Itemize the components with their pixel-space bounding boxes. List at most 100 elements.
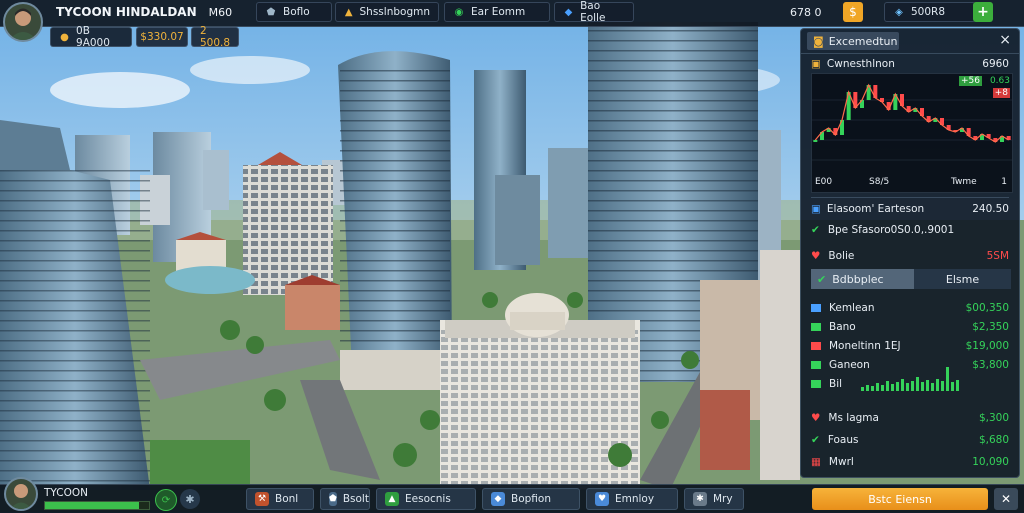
x-label-2: Twme <box>951 177 977 187</box>
refresh-icon: ⟳ <box>161 494 171 506</box>
lower-label: Foaus <box>827 434 859 446</box>
stat-icon <box>811 323 821 331</box>
spark-bar <box>951 382 954 391</box>
tab-shsslnbogmn[interactable]: ▲ Shsslnbogmn <box>335 2 439 22</box>
spark-bar <box>896 382 899 391</box>
gem-icon: ◆ <box>564 6 573 18</box>
lower-value: $,300 <box>978 412 1009 424</box>
info-line: ✔ Bpe Sfasoro0S0.0,.9001 <box>811 221 1009 239</box>
x-label-1: S8/5 <box>869 177 890 187</box>
green-action-button[interactable]: ⟳ <box>155 489 177 511</box>
spark-bar <box>861 387 864 391</box>
stat-label: Bano <box>829 321 856 333</box>
chart-icon: ▲ <box>344 6 353 18</box>
dock-button-bopfion[interactable]: ◆ Bopfion <box>482 488 580 510</box>
chart-value: 6960 <box>982 58 1009 70</box>
dock-button-label: Eesocnis <box>405 493 451 505</box>
stat-value: $2,350 <box>972 321 1009 333</box>
add-premium-button[interactable]: + <box>973 2 993 22</box>
spark-bar <box>871 386 874 391</box>
tab-bao-eolle[interactable]: ◆ Bao Eolle <box>554 0 634 24</box>
spark-bar <box>886 381 889 391</box>
dock-button-eesocnis[interactable]: ▲ Eesocnis <box>376 488 476 510</box>
shield-icon: ⬟ <box>266 6 276 18</box>
badge-icon: ◙ <box>813 34 824 48</box>
stat-icon <box>811 361 821 369</box>
game-title: TYCOON HINDALDAN M60 <box>56 4 232 20</box>
x-label-0: E00 <box>815 177 833 187</box>
tab-active[interactable]: ✔ Bdbbplec <box>811 269 914 289</box>
cta-button[interactable]: Bstc Eiensn <box>812 488 988 510</box>
plus-icon: + <box>977 4 989 20</box>
chart-x-labels: E00 S8/5 Twme 1 <box>811 177 1011 189</box>
stat-a-pill: ● 0B 9A000 <box>50 25 132 49</box>
lower-label: Mwrl <box>828 456 854 468</box>
spark-bar <box>921 382 924 391</box>
heart-icon: ♥ <box>811 250 821 262</box>
tab-boflo[interactable]: ⬟ Boflo <box>256 2 332 22</box>
panel-title: Excemedtun <box>828 34 898 48</box>
row-icon: ✔ <box>811 434 820 446</box>
stat-icon <box>811 342 821 350</box>
gear-icon: ✱ <box>693 492 707 506</box>
price-chart-svg <box>812 83 1012 161</box>
dock-button-emnloy[interactable]: ♥ Emnloy <box>586 488 678 510</box>
player-name: TYCOON <box>44 487 88 499</box>
lower-row: ✔ Foaus $,680 <box>811 431 1009 449</box>
gold-coin-button[interactable]: $ <box>843 2 863 22</box>
dock-button-bonl[interactable]: ⚒ Bonl <box>246 488 314 510</box>
price-chart: +56 0.63 +8 <box>811 73 1013 193</box>
level-progress-bar <box>44 501 150 510</box>
premium-value: 500R8 <box>911 6 946 18</box>
settings-button[interactable]: ✱ <box>180 489 200 509</box>
coin-icon: ● <box>60 31 69 43</box>
chart-header: ▣ Cwnesthlnon 6960 <box>811 55 1009 73</box>
info-line-text: Bpe Sfasoro0S0.0,.9001 <box>827 224 955 236</box>
row-icon: ▦ <box>811 456 821 468</box>
close-button[interactable]: ✕ <box>994 488 1018 510</box>
gem-icon: ◈ <box>895 6 903 18</box>
title-suffix: M60 <box>208 5 233 19</box>
x-label-3: 1 <box>1001 177 1007 187</box>
close-icon[interactable]: × <box>999 32 1011 48</box>
player-avatar-small[interactable] <box>4 477 38 511</box>
lower-value: 10,090 <box>972 456 1009 468</box>
badge-green: +56 <box>959 76 982 86</box>
money-b-pill: 2 500.8 <box>191 25 239 49</box>
hammer-icon: ⚒ <box>255 492 269 506</box>
activity-sparkline <box>861 365 961 391</box>
dock-button-mry[interactable]: ✱ Mry <box>684 488 744 510</box>
dock-button-bsolt[interactable]: ⬟ Bsolt <box>320 488 370 510</box>
chart-icon: ▲ <box>385 492 399 506</box>
stat-value: $00,350 <box>965 302 1009 314</box>
stat-label: Moneltinn 1EJ <box>829 340 901 352</box>
close-icon: ✕ <box>1000 492 1012 506</box>
stat-a-value: 0B 9A000 <box>76 25 110 49</box>
stat-label: Kemlean <box>829 302 875 314</box>
cta-label: Bstc Eiensn <box>868 492 932 506</box>
check-icon: ✔ <box>811 224 820 236</box>
badge-green-2: 0.63 <box>989 76 1010 86</box>
chart-icon: ▣ <box>811 58 821 70</box>
tab-other[interactable]: Elsme <box>914 269 1011 289</box>
row-icon: ♥ <box>811 412 821 424</box>
spark-bar <box>901 379 904 391</box>
player-avatar[interactable] <box>3 2 43 42</box>
tab-active-label: Bdbbplec <box>832 272 884 286</box>
tab-other-label: Elsme <box>945 272 980 286</box>
tab-ear-eomm[interactable]: ◉ Ear Eomm <box>444 2 550 22</box>
stat-row: Kemlean $00,350 <box>811 299 1009 317</box>
money-b-value: 2 500.8 <box>199 25 231 49</box>
spark-bar <box>946 367 949 391</box>
lower-row: ▦ Mwrl 10,090 <box>811 453 1009 471</box>
section-icon: ▣ <box>811 203 821 215</box>
panel-title-tab: ◙ Excemedtun <box>807 32 899 50</box>
tab-bao-eolle-label: Bao Eolle <box>580 0 606 24</box>
gem-icon: ◆ <box>491 492 505 506</box>
economy-panel: ◙ Excemedtun × ▣ Cwnesthlnon 6960 +56 0.… <box>800 28 1020 478</box>
spark-bar <box>881 385 884 391</box>
stat-row: Bano $2,350 <box>811 318 1009 336</box>
lower-value: $,680 <box>978 434 1009 446</box>
balance: 678 0 <box>790 4 822 20</box>
game-title-text: TYCOON HINDALDAN <box>56 5 197 19</box>
